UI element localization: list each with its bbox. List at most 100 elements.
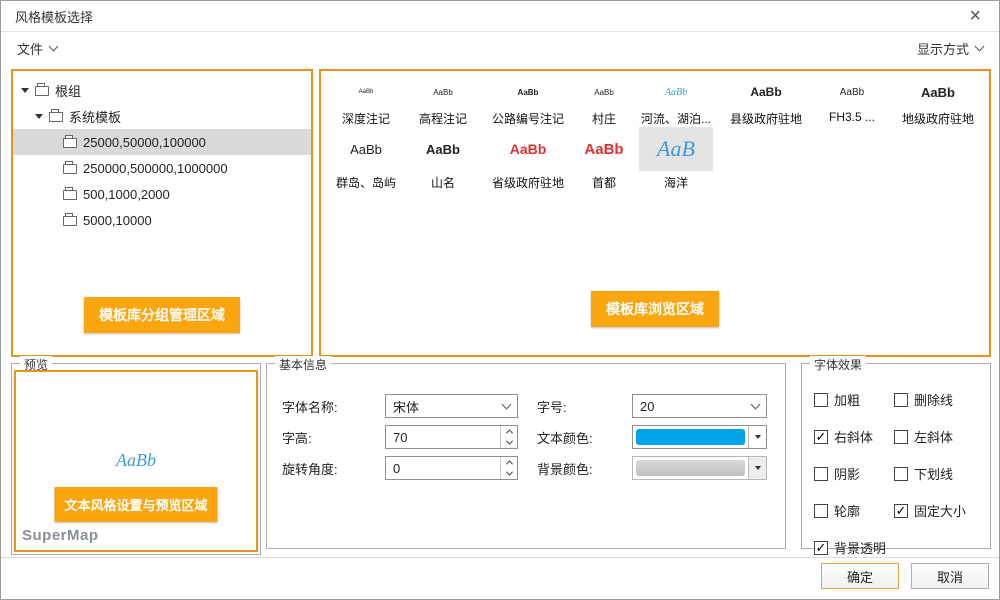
menu-display-mode-label: 显示方式 xyxy=(917,39,969,58)
template-item[interactable]: AaBb 河流、湖泊... xyxy=(633,77,719,127)
checkbox-label: 固定大小 xyxy=(914,501,966,520)
preview-group: 预览 AaBb 文本风格设置与预览区域 SuperMap xyxy=(11,363,261,555)
expand-arrow-icon[interactable] xyxy=(35,114,43,119)
rotation-stepper[interactable]: 0 xyxy=(385,456,518,480)
checkbox-outline[interactable] xyxy=(814,504,828,518)
tree-item[interactable]: 系统模板 xyxy=(13,103,311,129)
font-effects-list: 加粗删除线✓右斜体左斜体阴影下划线轮廓✓固定大小✓背景透明 xyxy=(802,364,990,557)
chevron-down-icon xyxy=(755,466,761,470)
checkbox-strikethrough[interactable] xyxy=(894,393,908,407)
text-color-swatch xyxy=(636,429,745,445)
font-name-select[interactable]: 宋体 xyxy=(385,394,518,418)
template-preview: AaBb xyxy=(487,127,569,171)
stepper-down-icon[interactable] xyxy=(501,468,517,479)
tree-item-label: 25000,50000,100000 xyxy=(83,135,206,150)
gallery-row-1: AaBb深度注记AaBb高程注记AaBb公路编号注记AaBb村庄AaBb河流、湖… xyxy=(327,77,989,127)
template-item[interactable]: AaBb公路编号注记 xyxy=(481,77,575,127)
chevron-down-icon xyxy=(502,399,512,409)
template-label: 深度注记 xyxy=(327,110,405,127)
template-item[interactable]: AaBb 高程注记 xyxy=(405,77,481,127)
effect-italic-right[interactable]: ✓右斜体 xyxy=(814,427,894,446)
template-label: 地级政府驻地 xyxy=(891,110,985,127)
effect-underline[interactable]: 下划线 xyxy=(894,464,990,483)
effect-strikethrough[interactable]: 删除线 xyxy=(894,390,990,409)
template-preview: AaBb xyxy=(891,77,985,107)
stepper-up-icon[interactable] xyxy=(501,426,517,437)
color-dropdown-button[interactable] xyxy=(748,457,766,479)
template-item[interactable]: AaBb 地级政府驻地 xyxy=(891,77,985,127)
stepper-up-icon[interactable] xyxy=(501,457,517,468)
font-size-value: 20 xyxy=(640,399,745,414)
chevron-down-icon xyxy=(49,41,59,51)
checkbox-label: 删除线 xyxy=(914,390,953,409)
stepper-buttons xyxy=(500,457,517,479)
template-preview: AaBb xyxy=(405,77,481,107)
template-label: 高程注记 xyxy=(405,110,481,127)
checkbox-bold[interactable] xyxy=(814,393,828,407)
effect-italic-left[interactable]: 左斜体 xyxy=(894,427,990,446)
color-dropdown-button[interactable] xyxy=(748,426,766,448)
stepper-down-icon[interactable] xyxy=(501,437,517,448)
checkbox-transparent-bg[interactable]: ✓ xyxy=(814,541,828,555)
checkbox-underline[interactable] xyxy=(894,467,908,481)
chevron-down-icon xyxy=(755,435,761,439)
tree-item[interactable]: 500,1000,2000 xyxy=(13,181,311,207)
checkbox-italic-left[interactable] xyxy=(894,430,908,444)
effect-fixed-size[interactable]: ✓ 固定大小 xyxy=(894,501,990,520)
template-item[interactable]: AaBb县级政府驻地 xyxy=(719,77,813,127)
template-item[interactable]: AaBb省级政府驻地 xyxy=(481,127,575,191)
template-item[interactable]: AaBbFH3.5 ... xyxy=(813,77,891,127)
folder-icon xyxy=(63,164,77,174)
template-preview: AaBb xyxy=(411,127,475,171)
cancel-button[interactable]: 取消 xyxy=(911,563,989,589)
checkbox-label: 左斜体 xyxy=(914,427,953,446)
tree-item[interactable]: 25000,50000,100000 xyxy=(13,129,311,155)
bg-color-picker[interactable] xyxy=(632,456,767,480)
menubar: 文件 显示方式 xyxy=(1,32,999,64)
font-size-select[interactable]: 20 xyxy=(632,394,767,418)
template-preview: AaBb xyxy=(575,77,633,107)
menu-display-mode[interactable]: 显示方式 xyxy=(917,39,983,58)
tree-item[interactable]: 250000,500000,1000000 xyxy=(13,155,311,181)
template-item[interactable]: AaB海洋 xyxy=(633,127,719,191)
template-item[interactable]: AaBb群岛、岛屿 xyxy=(327,127,405,191)
expand-arrow-icon[interactable] xyxy=(21,88,29,93)
tree-item[interactable]: 根组 xyxy=(13,77,311,103)
template-label: 首都 xyxy=(575,174,633,191)
template-item[interactable]: AaBb村庄 xyxy=(575,77,633,127)
template-item[interactable]: AaBb首都 xyxy=(575,127,633,191)
chevron-down-icon xyxy=(975,41,985,51)
effect-bold[interactable]: 加粗 xyxy=(814,390,894,409)
template-item[interactable]: AaBb深度注记 xyxy=(327,77,405,127)
effect-outline[interactable]: 轮廓 xyxy=(814,501,894,520)
effect-shadow[interactable]: 阴影 xyxy=(814,464,894,483)
template-preview: AaBb xyxy=(633,77,719,107)
menu-file[interactable]: 文件 xyxy=(17,39,57,58)
font-height-value: 70 xyxy=(386,430,500,445)
folder-icon xyxy=(63,216,77,226)
preview-annotation-box: AaBb 文本风格设置与预览区域 SuperMap xyxy=(14,370,258,552)
chevron-down-icon xyxy=(751,399,761,409)
tree-annotation-label: 模板库分组管理区域 xyxy=(84,297,240,333)
template-label: 河流、湖泊... xyxy=(633,110,719,127)
tree-item-label: 根组 xyxy=(55,81,81,100)
template-preview: AaBb xyxy=(719,77,813,107)
supermap-logo: SuperMap xyxy=(22,527,99,544)
text-color-picker[interactable] xyxy=(632,425,767,449)
folder-icon xyxy=(35,86,49,96)
font-height-stepper[interactable]: 70 xyxy=(385,425,518,449)
checkbox-italic-right[interactable]: ✓ xyxy=(814,430,828,444)
close-icon[interactable]: × xyxy=(965,6,985,26)
checkbox-shadow[interactable] xyxy=(814,467,828,481)
basic-info-form: 字体名称: 宋体 字号: 20 字高: 70 文本颜色: xyxy=(267,364,785,480)
checkbox-fixed-size[interactable]: ✓ xyxy=(894,504,908,518)
font-name-label: 字体名称: xyxy=(282,397,385,416)
effect-transparent-bg[interactable]: ✓背景透明 xyxy=(814,538,894,557)
rotation-value: 0 xyxy=(386,461,500,476)
stepper-buttons xyxy=(500,426,517,448)
checkbox-label: 加粗 xyxy=(834,390,860,409)
template-item[interactable]: AaBb山名 xyxy=(405,127,481,191)
ok-button[interactable]: 确定 xyxy=(821,563,899,589)
tree-item[interactable]: 5000,10000 xyxy=(13,207,311,233)
tree-item-label: 系统模板 xyxy=(69,107,121,126)
